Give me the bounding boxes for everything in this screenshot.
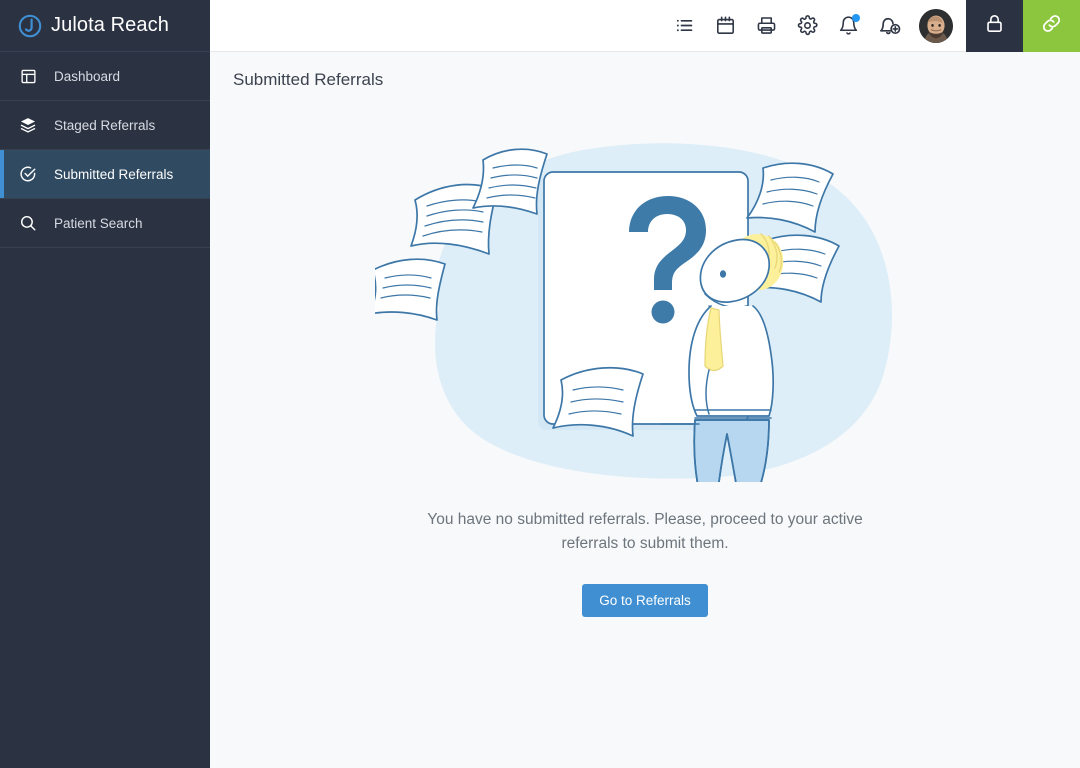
sidebar-item-submitted-referrals[interactable]: Submitted Referrals	[0, 150, 210, 198]
empty-state-container: You have no submitted referrals. Please,…	[210, 108, 1080, 768]
check-circle-icon	[18, 164, 38, 184]
brand-header[interactable]: Julota Reach	[0, 0, 210, 52]
main-area: Submitted Referrals You have no submitte…	[210, 0, 1080, 768]
lock-icon	[984, 13, 1005, 39]
sidebar-divider	[0, 247, 210, 248]
gear-icon[interactable]	[787, 0, 828, 52]
page-title-bar: Submitted Referrals	[210, 52, 1080, 108]
cta-wrapper: Go to Referrals	[582, 584, 708, 618]
bell-icon[interactable]	[828, 0, 869, 52]
printer-icon[interactable]	[746, 0, 787, 52]
julota-circle-j-logo-icon	[18, 14, 42, 38]
topbar-icon-group	[664, 0, 966, 51]
sidebar: Julota Reach Dashboard Staged Referrals …	[0, 0, 210, 768]
sidebar-item-dashboard[interactable]: Dashboard	[0, 52, 210, 100]
dashboard-layout-icon	[18, 66, 38, 86]
page-title: Submitted Referrals	[233, 70, 384, 89]
sidebar-item-staged-referrals[interactable]: Staged Referrals	[0, 101, 210, 149]
sidebar-item-patient-search[interactable]: Patient Search	[0, 199, 210, 247]
search-magnifier-icon	[18, 213, 38, 233]
sidebar-item-label: Dashboard	[54, 68, 121, 84]
notification-badge-dot	[852, 13, 860, 22]
app-root: Julota Reach Dashboard Staged Referrals …	[0, 0, 1080, 768]
sidebar-item-label: Staged Referrals	[54, 117, 156, 133]
sidebar-item-label: Patient Search	[54, 215, 143, 231]
sidebar-item-label: Submitted Referrals	[54, 166, 174, 182]
empty-state-message: You have no submitted referrals. Please,…	[427, 511, 863, 552]
sidebar-nav: Dashboard Staged Referrals Submitted Ref…	[0, 52, 210, 248]
top-header-bar	[210, 0, 1080, 52]
layers-stack-icon	[18, 115, 38, 135]
brand-name: Julota Reach	[51, 14, 169, 36]
list-icon[interactable]	[664, 0, 705, 52]
calendar-icon[interactable]	[705, 0, 746, 52]
lock-button[interactable]	[966, 0, 1023, 52]
bell-add-icon[interactable]	[869, 0, 910, 52]
link-chain-icon	[1040, 12, 1063, 40]
empty-state-illustration	[375, 122, 915, 482]
link-button[interactable]	[1023, 0, 1080, 52]
user-avatar[interactable]	[919, 8, 953, 43]
go-to-referrals-button[interactable]: Go to Referrals	[582, 584, 708, 618]
